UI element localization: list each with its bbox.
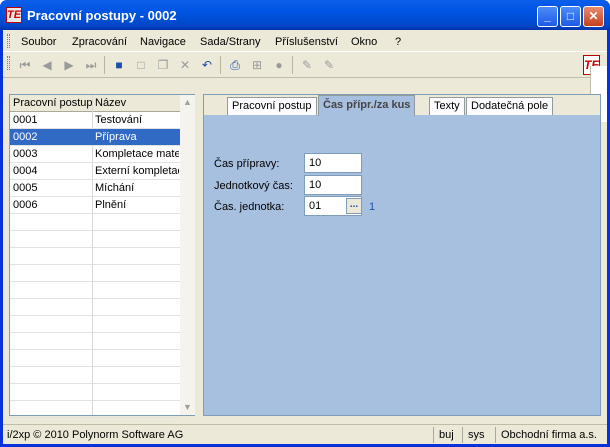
first-record-icon[interactable]: ⏮ — [17, 57, 33, 73]
tab-pracovni-postup[interactable]: Pracovní postup — [227, 97, 317, 115]
tab-dodatecna-pole[interactable]: Dodatečná pole — [466, 97, 554, 115]
table-row[interactable] — [10, 367, 180, 384]
scroll-up-icon[interactable]: ▲ — [180, 95, 195, 110]
row-code: 0002 — [13, 131, 38, 143]
menu-okno[interactable]: Okno — [351, 36, 377, 48]
row-code: 0003 — [13, 148, 38, 160]
table-row[interactable]: 0003 Kompletace mate — [10, 146, 180, 163]
menu-sada-strany[interactable]: Sada/Strany — [200, 36, 261, 48]
menu-bar: Soubor Zpracování Navigace Sada/Strany P… — [3, 30, 607, 52]
menubar-grip[interactable] — [7, 34, 10, 48]
prev-record-icon[interactable]: ◀ — [39, 57, 55, 73]
status-separator — [495, 427, 496, 443]
table-row[interactable]: 0004 Externí kompletac — [10, 163, 180, 180]
edit-alt-icon[interactable]: ✎ — [321, 57, 337, 73]
column-header-code[interactable]: Pracovní postup — [13, 97, 93, 109]
table-row[interactable] — [10, 316, 180, 333]
table-row[interactable] — [10, 265, 180, 282]
scroll-down-icon[interactable]: ▼ — [180, 400, 195, 415]
row-code: 0001 — [13, 114, 38, 126]
column-header-name[interactable]: Název — [95, 97, 126, 109]
table-row[interactable] — [10, 350, 180, 367]
close-button[interactable]: ✕ — [583, 6, 604, 27]
toolbar-separator — [220, 56, 221, 74]
next-record-icon[interactable]: ▶ — [61, 57, 77, 73]
toolbar-separator — [104, 56, 105, 74]
table-row[interactable]: 0001 Testování — [10, 112, 180, 129]
info-icon[interactable]: ● — [271, 57, 287, 73]
delete-icon[interactable]: ✕ — [177, 57, 193, 73]
table-row[interactable] — [10, 282, 180, 299]
copyright-text: i/2xp © 2010 Polynorm Software AG — [7, 429, 184, 441]
table-row[interactable] — [10, 384, 180, 401]
row-code: 0004 — [13, 165, 38, 177]
copy-icon[interactable]: ❐ — [155, 57, 171, 73]
table-row[interactable] — [10, 299, 180, 316]
undo-icon[interactable]: ↶ — [199, 57, 215, 73]
row-code: 0006 — [13, 199, 38, 211]
table-row[interactable] — [10, 401, 180, 418]
row-name: Plnění — [95, 199, 127, 211]
table-row[interactable]: 0005 Míchání — [10, 180, 180, 197]
status-separator — [433, 427, 434, 443]
row-name: Kompletace mate — [95, 148, 179, 160]
record-list: Pracovní postup Název 0001 Testování 0002 P… — [9, 94, 195, 418]
save-icon[interactable]: ■ — [111, 57, 127, 73]
table-row[interactable] — [10, 214, 180, 231]
table-row[interactable] — [10, 231, 180, 248]
detail-panel: Pracovní postup Čas přípr./za kus Texty … — [203, 94, 601, 416]
last-record-icon[interactable]: ⏭ — [83, 57, 99, 73]
time-unit-label: Čas. jednotka: — [214, 201, 285, 213]
status-bar: i/2xp © 2010 Polynorm Software AG buj sy… — [3, 424, 607, 444]
prep-time-label: Čas přípravy: — [214, 158, 280, 170]
status-separator — [462, 427, 463, 443]
status-db: sys — [468, 429, 485, 441]
menu-zpracovani[interactable]: Zpracování — [72, 36, 127, 48]
toolbar-separator — [292, 56, 293, 74]
menu-soubor[interactable]: Soubor — [21, 36, 56, 48]
window-title: Pracovní postupy - 0002 — [27, 8, 177, 23]
toolbar: ⏮ ◀ ▶ ⏭ ■ □ ❐ ✕ ↶ ⎙ ⊞ ● ✎ ✎ — [3, 52, 607, 78]
list-rows: 0001 Testování 0002 Příprava 0003 Kompletace … — [10, 112, 180, 418]
menu-help[interactable]: ? — [395, 36, 401, 48]
unit-time-input[interactable]: 10 — [304, 175, 362, 195]
structure-icon[interactable]: ⊞ — [249, 57, 265, 73]
toolbar-grip[interactable] — [7, 56, 10, 70]
status-company: Obchodní firma a.s. — [501, 429, 597, 441]
client-area: Soubor Zpracování Navigace Sada/Strany P… — [3, 30, 607, 444]
unit-time-label: Jednotkový čas: — [214, 180, 293, 192]
table-row[interactable]: 0002 Příprava — [10, 129, 180, 146]
minimize-button[interactable]: _ — [537, 6, 558, 27]
status-user: buj — [439, 429, 454, 441]
app-logo-icon[interactable]: TE — [6, 7, 22, 23]
prep-time-input[interactable]: 10 — [304, 153, 362, 173]
row-name: Příprava — [95, 131, 137, 143]
maximize-button[interactable]: □ — [560, 6, 581, 27]
edit-icon[interactable]: ✎ — [299, 57, 315, 73]
row-code: 0005 — [13, 182, 38, 194]
table-row[interactable] — [10, 333, 180, 350]
menu-navigace[interactable]: Navigace — [140, 36, 186, 48]
new-icon[interactable]: □ — [133, 57, 149, 73]
table-row[interactable] — [10, 248, 180, 265]
tab-strip: Pracovní postup Čas přípr./za kus Texty … — [204, 95, 600, 116]
lookup-button[interactable]: ... — [346, 198, 362, 214]
list-header: Pracovní postup Název — [10, 95, 180, 112]
tab-cas-pripravy[interactable]: Čas přípr./za kus — [318, 95, 416, 116]
row-name: Externí kompletac — [95, 165, 179, 177]
list-scrollbar[interactable]: ▲ ▼ — [180, 95, 195, 415]
row-name: Míchání — [95, 182, 135, 194]
app-window: TE Pracovní postupy - 0002 _ □ ✕ Soubor … — [0, 0, 610, 447]
title-bar[interactable]: TE Pracovní postupy - 0002 _ □ ✕ — [0, 0, 610, 30]
menu-prislusenstvi[interactable]: Příslušenství — [275, 36, 338, 48]
row-name: Testování — [95, 114, 143, 126]
print-icon[interactable]: ⎙ — [227, 57, 243, 73]
time-unit-description: 1 — [369, 201, 376, 213]
table-row[interactable]: 0006 Plnění — [10, 197, 180, 214]
tab-texty[interactable]: Texty — [429, 97, 465, 115]
